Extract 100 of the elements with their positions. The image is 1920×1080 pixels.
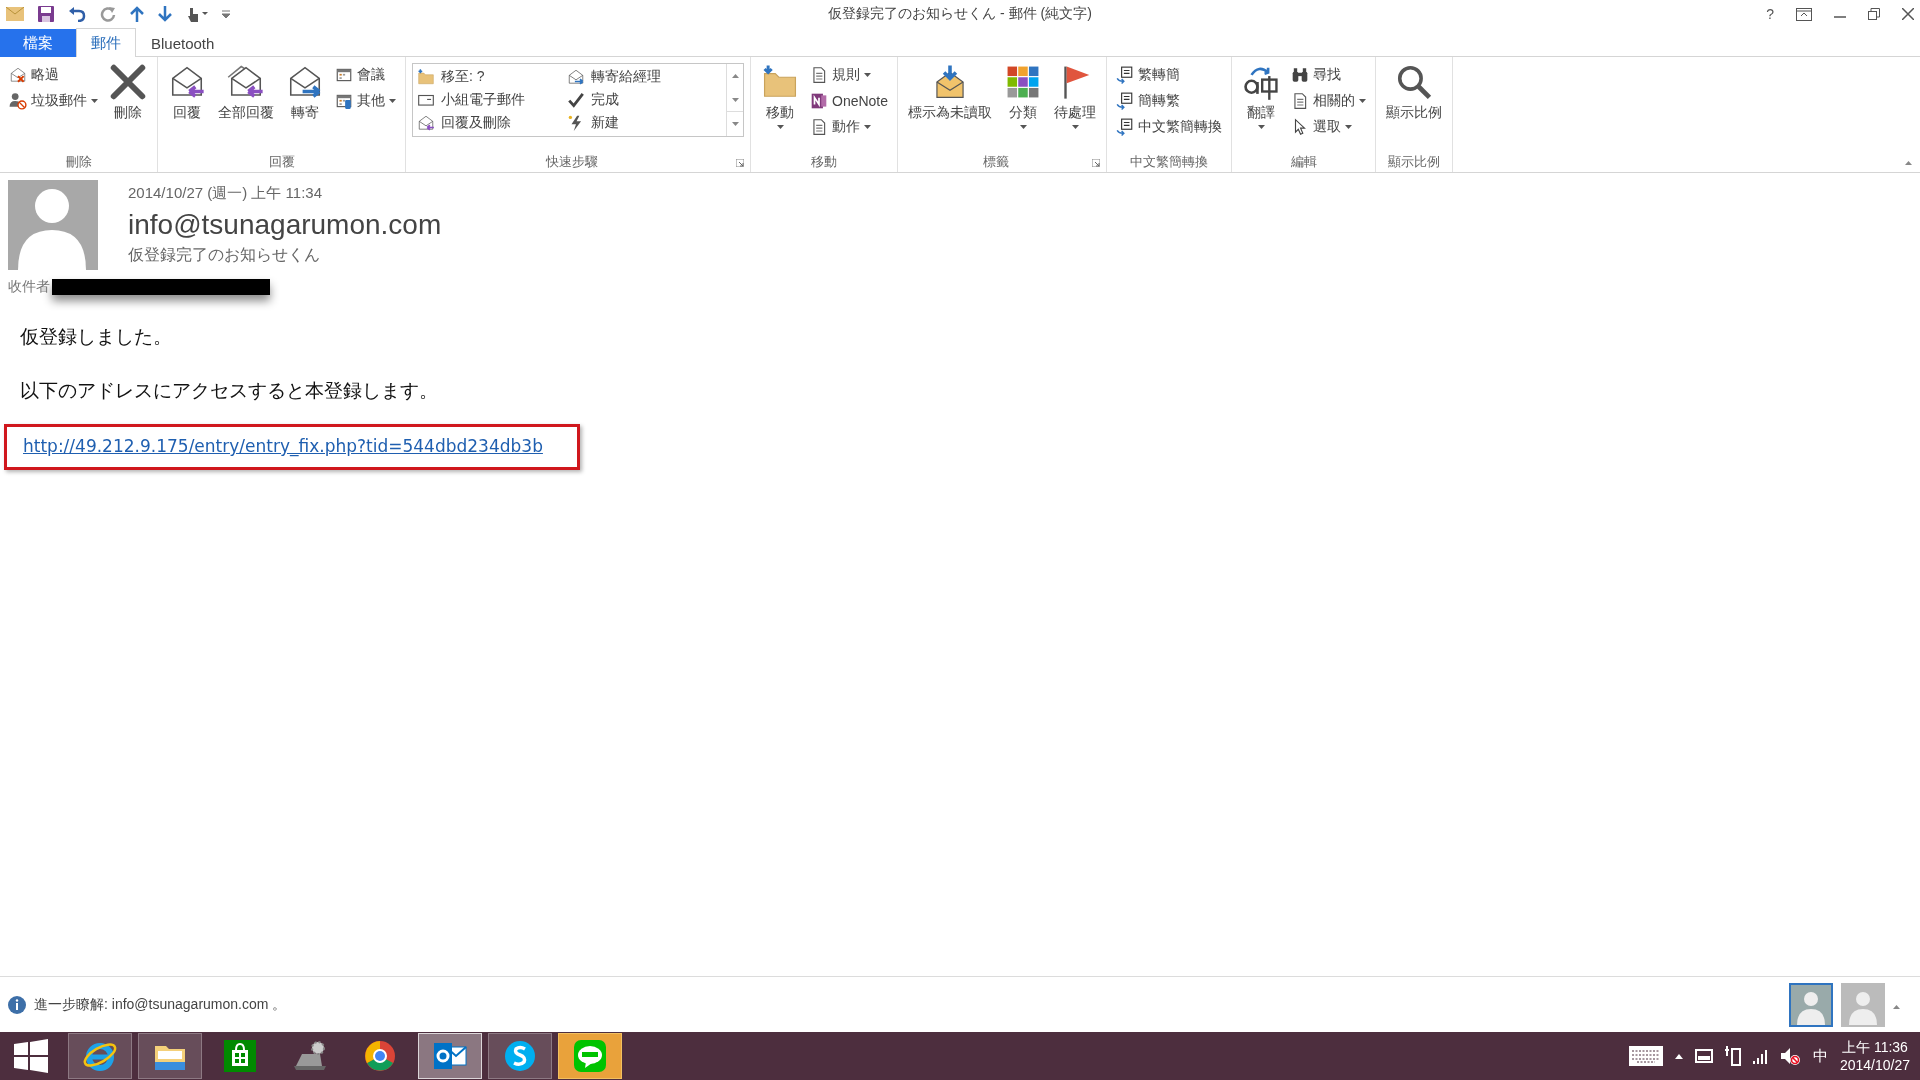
ribbon-tab[interactable]: Bluetooth bbox=[136, 29, 230, 57]
caret-up-icon bbox=[1893, 1005, 1900, 1009]
input-method-indicator[interactable]: 中 bbox=[1812, 1046, 1828, 1066]
message-date: 2014/10/27 (週一) 上午 11:34 bbox=[128, 184, 323, 203]
chrome-icon bbox=[362, 1038, 398, 1074]
ribbon-button[interactable]: 轉寄 bbox=[282, 61, 328, 124]
group-label: 回覆 bbox=[267, 153, 296, 171]
caret-icon bbox=[864, 124, 871, 129]
quick-step-item[interactable]: 小組電子郵件 bbox=[417, 89, 567, 111]
close-icon[interactable] bbox=[1902, 8, 1914, 20]
caret-icon bbox=[731, 122, 739, 127]
store-icon bbox=[222, 1038, 258, 1074]
caret-up-icon bbox=[1905, 161, 1912, 165]
convert-icon bbox=[1116, 65, 1135, 84]
checkmark-icon bbox=[567, 91, 585, 109]
caret-icon bbox=[731, 97, 739, 102]
ribbon-button[interactable]: 顯示比例 bbox=[1382, 61, 1447, 124]
ribbon-button[interactable]: 其他 bbox=[332, 89, 399, 112]
ribbon-button[interactable]: 相關的 bbox=[1288, 89, 1370, 112]
binoculars-icon bbox=[1291, 65, 1310, 84]
actions-icon bbox=[810, 117, 828, 136]
windows-logo-icon[interactable] bbox=[14, 1039, 48, 1073]
ribbon-button[interactable]: 規則 bbox=[807, 63, 892, 86]
group-label: 標籤 bbox=[982, 153, 1011, 171]
envelope-icon bbox=[6, 7, 24, 21]
caret-icon bbox=[1257, 125, 1265, 129]
caret-icon bbox=[864, 72, 871, 77]
caret-icon bbox=[1071, 125, 1079, 129]
customize-toolbar-icon[interactable] bbox=[222, 10, 230, 18]
quick-step-item[interactable]: 新建 bbox=[567, 112, 722, 134]
ribbon-button[interactable]: 簡轉繁 bbox=[1113, 89, 1226, 112]
ribbon-button[interactable]: 尋找 bbox=[1288, 63, 1370, 86]
quick-step-item[interactable]: 移至: ? bbox=[417, 66, 567, 88]
ribbon-button[interactable]: 動作 bbox=[807, 115, 892, 138]
ribbon-tab[interactable]: 郵件 bbox=[76, 28, 136, 57]
forward-envelope-icon bbox=[567, 68, 585, 86]
caret-icon bbox=[1019, 125, 1027, 129]
dialog-launcher-icon[interactable] bbox=[736, 159, 744, 167]
down-arrow-icon[interactable] bbox=[158, 6, 172, 22]
muted-speaker-icon[interactable] bbox=[1780, 1047, 1801, 1065]
ribbon-button[interactable]: 會議 bbox=[332, 63, 399, 86]
quick-step-item[interactable]: 回覆及刪除 bbox=[417, 112, 567, 134]
person-thumbnail[interactable] bbox=[1841, 982, 1885, 1027]
window-title: 仮登録完了のお知らせくん - 郵件 (純文字) bbox=[828, 5, 1092, 23]
person-thumbnail[interactable] bbox=[1789, 982, 1833, 1027]
ribbon-button[interactable]: 刪除 bbox=[105, 61, 151, 124]
ribbon-button[interactable]: 略過 bbox=[6, 63, 101, 86]
dialog-launcher-icon[interactable] bbox=[1092, 159, 1101, 167]
caret-icon bbox=[389, 98, 396, 103]
info-icon bbox=[8, 995, 26, 1014]
quick-step-item[interactable]: 完成 bbox=[567, 89, 722, 111]
ribbon-button[interactable]: 繁轉簡 bbox=[1113, 63, 1226, 86]
delete-icon bbox=[109, 63, 147, 101]
ribbon-button[interactable]: 回覆 bbox=[164, 61, 210, 124]
ribbon-display-icon[interactable] bbox=[1796, 7, 1812, 21]
convert-icon bbox=[1116, 117, 1135, 136]
group-label: 快速步驟 bbox=[545, 153, 599, 171]
clock[interactable]: 上午 11:36 2014/10/27 bbox=[1839, 1038, 1910, 1074]
caret-up-icon[interactable] bbox=[1674, 1053, 1683, 1059]
url-link[interactable]: http://49.212.9.175/entry/entry_fix.php?tid=544dbd234db3b bbox=[23, 436, 543, 456]
ribbon-button[interactable]: 標示為未讀取 bbox=[904, 61, 997, 124]
sender-address: info@tsunagarumon.com bbox=[128, 209, 442, 241]
ribbon-button[interactable]: 全部回覆 bbox=[214, 61, 278, 124]
save-icon[interactable] bbox=[38, 6, 54, 22]
recipient-label: 收件者 bbox=[8, 278, 50, 296]
rules-icon bbox=[810, 65, 828, 84]
onenote-icon bbox=[810, 91, 828, 110]
ribbon-button[interactable]: 分類 bbox=[1000, 61, 1047, 131]
ribbon-button[interactable]: 移動 bbox=[757, 61, 803, 131]
ribbon-button[interactable]: OneNote bbox=[807, 89, 892, 112]
group-label: 顯示比例 bbox=[1387, 153, 1442, 171]
keyboard-icon[interactable] bbox=[1628, 1046, 1663, 1066]
group-label: 中文繁簡轉換 bbox=[1129, 153, 1210, 171]
ribbon-tab[interactable]: 檔案 bbox=[0, 29, 76, 57]
quick-step-item[interactable]: 轉寄給經理 bbox=[567, 66, 722, 88]
ribbon-button[interactable]: 翻譯 bbox=[1238, 61, 1285, 131]
ignore-icon bbox=[9, 65, 27, 84]
folder-icon bbox=[417, 68, 435, 86]
network-adapter-icon[interactable] bbox=[1694, 1049, 1713, 1063]
group-label: 編輯 bbox=[1289, 153, 1318, 171]
restore-icon[interactable] bbox=[1868, 8, 1880, 20]
ribbon-button[interactable]: 中文繁簡轉換 bbox=[1113, 115, 1226, 138]
caret-icon bbox=[776, 125, 784, 129]
up-arrow-icon[interactable] bbox=[130, 6, 144, 22]
ribbon-button[interactable]: 選取 bbox=[1288, 115, 1370, 138]
touch-mode-icon[interactable] bbox=[186, 6, 208, 22]
group-label: 移動 bbox=[810, 153, 838, 171]
signal-icon[interactable] bbox=[1752, 1048, 1769, 1064]
caret-icon bbox=[1345, 124, 1353, 129]
zoom-icon bbox=[1395, 63, 1434, 101]
ribbon-button[interactable]: 垃圾郵件 bbox=[6, 89, 101, 112]
undo-icon[interactable] bbox=[68, 6, 86, 22]
junk-icon bbox=[9, 91, 27, 110]
body-text: 以下のアドレスにアクセスすると本登録します。 bbox=[20, 379, 439, 403]
help-button[interactable]: ? bbox=[1766, 6, 1774, 22]
ribbon-button[interactable]: 待處理 bbox=[1050, 61, 1101, 131]
body-text: 仮登録しました。 bbox=[20, 325, 173, 349]
battery-icon[interactable] bbox=[1724, 1046, 1741, 1066]
caret-icon bbox=[91, 98, 98, 103]
redo-icon[interactable] bbox=[100, 6, 116, 22]
